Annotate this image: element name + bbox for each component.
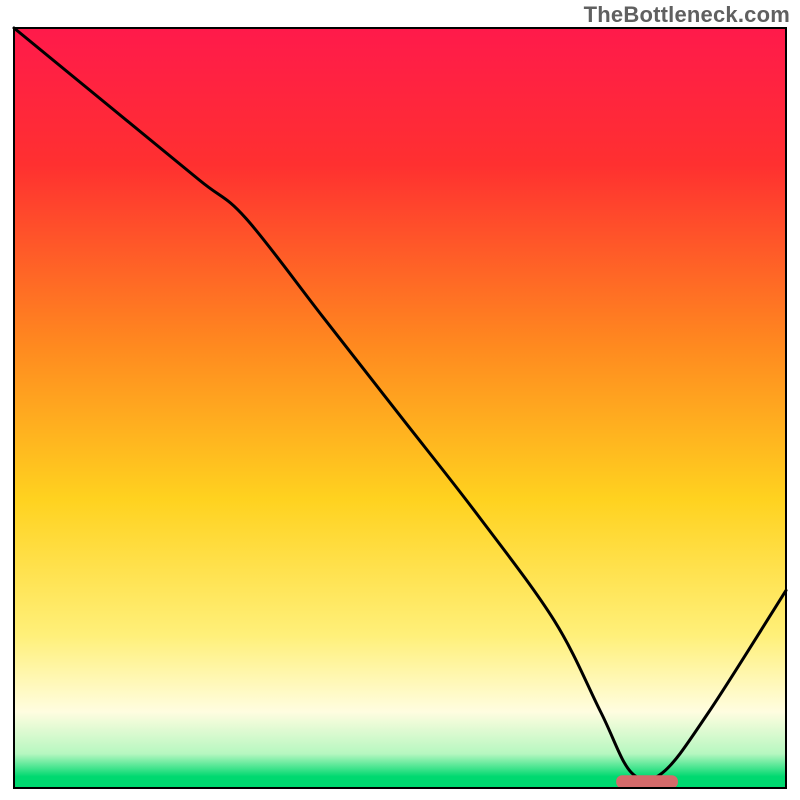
chart-stage: { "watermark": "TheBottleneck.com", "col… bbox=[0, 0, 800, 800]
bottleneck-chart bbox=[0, 0, 800, 800]
optimum-band-marker bbox=[616, 775, 678, 788]
plot-background bbox=[14, 28, 786, 788]
watermark-text: TheBottleneck.com bbox=[584, 2, 790, 28]
